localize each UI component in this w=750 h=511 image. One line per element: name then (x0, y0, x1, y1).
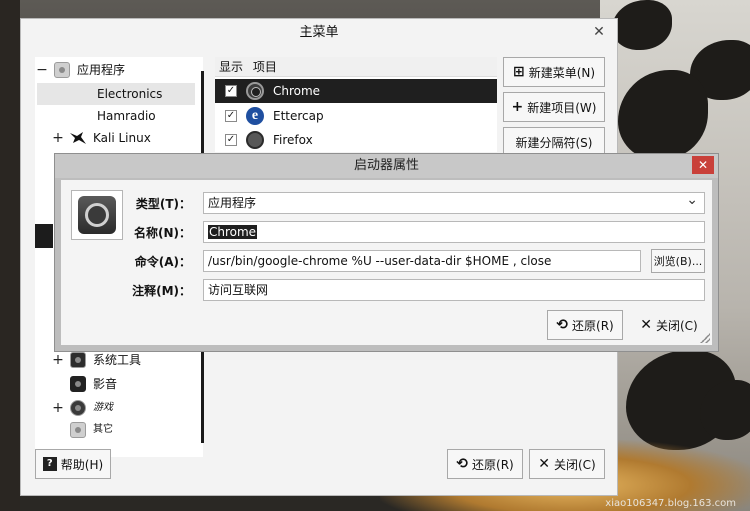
tree-item-games[interactable]: + 游戏 (51, 397, 113, 419)
button-label: 还原(R) (472, 457, 514, 472)
close-icon: ✕ (538, 456, 550, 472)
button-label: 还原(R) (572, 318, 614, 333)
column-show[interactable]: 显示 (219, 60, 243, 74)
collapse-icon[interactable]: − (35, 59, 49, 81)
comment-field[interactable]: 访问互联网 (203, 279, 705, 301)
tree-item-label: 应用程序 (77, 63, 126, 77)
tree-item-kali-linux[interactable]: + Kali Linux (51, 127, 151, 149)
expand-icon[interactable]: + (51, 127, 65, 149)
show-checkbox[interactable]: ✓ (225, 85, 237, 97)
button-label: 新建项目(W) (527, 100, 597, 115)
list-item-firefox[interactable]: ✓ Firefox (215, 128, 497, 152)
chrome-icon (78, 196, 116, 234)
tree-item-label: 其它 (93, 424, 113, 435)
list-item-ettercap[interactable]: ✓ e Ettercap (215, 104, 497, 128)
revert-icon: ⟲ (556, 317, 569, 333)
command-label: 命令(A)： (134, 255, 191, 269)
tree-item-applications[interactable]: − 应用程序 (35, 59, 125, 81)
dialog-title: 启动器属性 (353, 158, 419, 173)
left-edge (0, 0, 20, 511)
button-label: 关闭(C) (655, 318, 698, 333)
show-checkbox[interactable]: ✓ (225, 110, 237, 122)
games-icon (69, 399, 87, 417)
new-menu-icon: ⊞ (512, 64, 525, 80)
command-value: /usr/bin/google-chrome %U --user-data-di… (208, 254, 552, 268)
dialog-revert-button[interactable]: ⟲ 还原(R) (547, 310, 623, 340)
type-select[interactable]: 应用程序 (203, 192, 705, 214)
tree-item-system-tools[interactable]: + 系统工具 (51, 349, 141, 371)
chrome-icon (245, 81, 265, 101)
command-field[interactable]: /usr/bin/google-chrome %U --user-data-di… (203, 250, 641, 272)
column-item[interactable]: 项目 (253, 60, 277, 74)
tree-item-multimedia[interactable]: 影音 (65, 373, 117, 395)
multimedia-icon (69, 375, 87, 393)
help-button[interactable]: ? 帮助(H) (35, 449, 111, 479)
close-icon[interactable]: ✕ (692, 156, 714, 174)
button-label: 新建分隔符(S) (515, 135, 593, 150)
kali-dragon-icon (69, 129, 87, 147)
tree-selection-marker (35, 224, 53, 248)
comment-value: 访问互联网 (208, 283, 269, 297)
dialog-titlebar: 启动器属性 ✕ (55, 154, 718, 178)
type-label: 类型(T)： (135, 197, 191, 211)
gear-icon (53, 61, 71, 79)
gear-icon (69, 421, 87, 439)
button-label: 浏览(B)... (653, 255, 703, 268)
new-menu-button[interactable]: ⊞ 新建菜单(N) (503, 57, 605, 87)
item-list: 显示 项目 ✓ Chrome ✓ e Ettercap ✓ Firefox (215, 57, 497, 152)
list-item-label: Firefox (273, 133, 313, 147)
launcher-properties-dialog: 启动器属性 ✕ 类型(T)： 应用程序 名称(N)： Chrome 命令(A)：… (54, 153, 719, 352)
firefox-icon (245, 130, 265, 150)
expand-icon[interactable]: + (51, 397, 65, 419)
close-icon[interactable]: ✕ (587, 23, 611, 41)
comment-label: 注释(M)： (132, 284, 191, 298)
plus-icon: + (511, 99, 524, 115)
revert-button[interactable]: ⟲ 还原(R) (447, 449, 523, 479)
close-button[interactable]: ✕ 关闭(C) (529, 449, 605, 479)
button-label: 关闭(C) (553, 457, 596, 472)
help-icon: ? (42, 457, 57, 471)
watermark: xiao106347.blog.163.com (605, 498, 736, 509)
type-value: 应用程序 (208, 196, 257, 210)
tree-item-label: 系统工具 (93, 353, 142, 367)
tree-item-label: 游戏 (93, 402, 113, 413)
browse-button[interactable]: 浏览(B)... (651, 249, 705, 273)
tree-item-label: 影音 (93, 377, 118, 391)
window-title: 主菜单 (299, 25, 339, 40)
close-icon: ✕ (640, 317, 652, 333)
main-titlebar: 主菜单 ✕ (21, 19, 617, 47)
tree-item-hamradio[interactable]: Hamradio (97, 105, 156, 127)
system-tools-icon (69, 351, 87, 369)
resize-grip[interactable] (700, 333, 710, 343)
button-label: 帮助(H) (60, 457, 104, 472)
tree-item-label: Kali Linux (93, 131, 151, 145)
new-item-button[interactable]: + 新建项目(W) (503, 92, 605, 122)
ettercap-icon: e (245, 106, 265, 126)
dialog-close-button[interactable]: ✕ 关闭(C) (631, 310, 707, 340)
list-item-label: Chrome (273, 84, 321, 98)
tree-item-label: Hamradio (97, 109, 156, 123)
dialog-body: 类型(T)： 应用程序 名称(N)： Chrome 命令(A)： /usr/bi… (61, 180, 712, 345)
name-label: 名称(N)： (133, 226, 191, 240)
launcher-icon-button[interactable] (71, 190, 123, 240)
revert-icon: ⟲ (456, 456, 469, 472)
button-label: 新建菜单(N) (528, 65, 596, 80)
tree-item-other[interactable]: 其它 (65, 421, 113, 439)
tree-item-electronics[interactable]: Electronics (97, 83, 162, 105)
name-field[interactable]: Chrome (203, 221, 705, 243)
name-value: Chrome (208, 225, 258, 239)
list-item-label: Ettercap (273, 109, 324, 123)
list-header: 显示 项目 (215, 57, 497, 77)
expand-icon[interactable]: + (51, 349, 65, 371)
list-item-chrome[interactable]: ✓ Chrome (215, 79, 497, 103)
tree-item-label: Electronics (97, 87, 163, 101)
show-checkbox[interactable]: ✓ (225, 134, 237, 146)
